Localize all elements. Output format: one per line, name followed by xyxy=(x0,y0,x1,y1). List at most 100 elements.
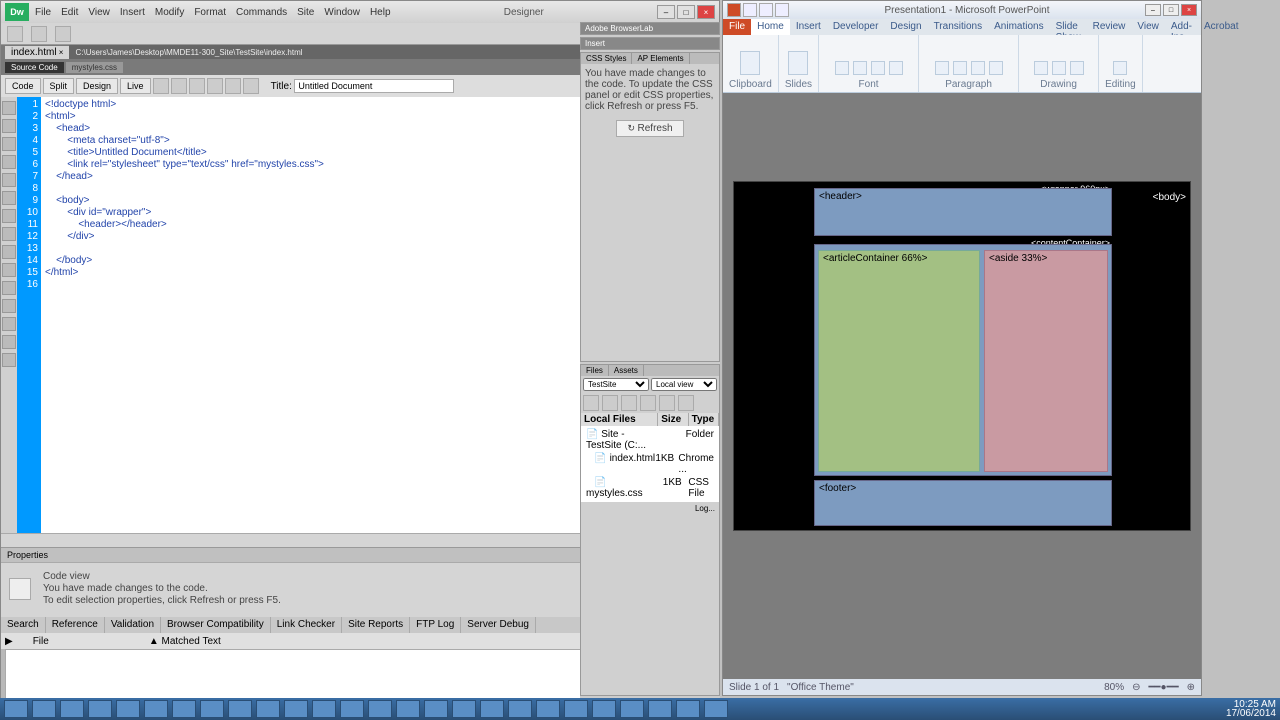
menu-commands[interactable]: Commands xyxy=(236,7,287,18)
tab-reference[interactable]: Reference xyxy=(46,617,105,633)
file-row[interactable]: 📄 mystyles.css1KBCSS File xyxy=(583,476,717,500)
site-select[interactable]: TestSite xyxy=(583,378,649,391)
tab-files[interactable]: Files xyxy=(581,365,609,376)
taskbar-app[interactable] xyxy=(172,700,196,718)
underline-icon[interactable] xyxy=(871,61,885,75)
minimize-button[interactable]: – xyxy=(657,5,675,19)
taskbar-app[interactable] xyxy=(116,700,140,718)
toolbar-icon[interactable] xyxy=(243,78,259,94)
zoom-out-button[interactable]: ⊖ xyxy=(1132,682,1140,693)
tab-source-code[interactable]: Source Code xyxy=(5,62,64,73)
arrange-icon[interactable] xyxy=(1052,61,1066,75)
tool-icon[interactable] xyxy=(2,119,16,133)
toolbar-icon[interactable] xyxy=(171,78,187,94)
ribbon-tab-acrobat[interactable]: Acrobat xyxy=(1198,19,1244,35)
ribbon-tab-review[interactable]: Review xyxy=(1087,19,1132,35)
taskbar-app[interactable] xyxy=(32,700,56,718)
view-code-button[interactable]: Code xyxy=(5,78,41,94)
italic-icon[interactable] xyxy=(853,61,867,75)
menu-help[interactable]: Help xyxy=(370,7,391,18)
tool-icon[interactable] xyxy=(2,173,16,187)
layout-icon[interactable] xyxy=(7,26,23,42)
taskbar-app[interactable] xyxy=(396,700,420,718)
file-row[interactable]: 📄 Site - TestSite (C:...Folder xyxy=(583,428,717,452)
ribbon-tab-slideshow[interactable]: Slide Show xyxy=(1050,19,1087,35)
browserlab-title[interactable]: Adobe BrowserLab xyxy=(581,23,719,34)
bullets-icon[interactable] xyxy=(935,61,949,75)
bold-icon[interactable] xyxy=(835,61,849,75)
tool-icon[interactable] xyxy=(2,353,16,367)
files-tool-icon[interactable] xyxy=(640,395,656,411)
taskbar-app[interactable] xyxy=(424,700,448,718)
taskbar-app[interactable] xyxy=(312,700,336,718)
tool-icon[interactable] xyxy=(2,101,16,115)
new-slide-icon[interactable] xyxy=(788,51,808,75)
taskbar-app[interactable] xyxy=(340,700,364,718)
file-row[interactable]: 📄 index.html1KBChrome ... xyxy=(583,452,717,476)
tab-search[interactable]: Search xyxy=(1,617,46,633)
taskbar-app[interactable] xyxy=(256,700,280,718)
align-icon[interactable] xyxy=(971,61,985,75)
shapes-icon[interactable] xyxy=(1034,61,1048,75)
taskbar-app[interactable] xyxy=(704,700,728,718)
shape-footer[interactable]: <footer> xyxy=(814,480,1112,526)
tab-browser-compat[interactable]: Browser Compatibility xyxy=(161,617,271,633)
extend-icon[interactable] xyxy=(31,26,47,42)
view-select[interactable]: Local view xyxy=(651,378,717,391)
css-refresh-button[interactable]: ↻ Refresh xyxy=(616,120,683,137)
taskbar-app[interactable] xyxy=(452,700,476,718)
shape-header[interactable]: <header> xyxy=(814,188,1112,236)
tool-icon[interactable] xyxy=(2,335,16,349)
shape-article[interactable]: <articleContainer 66%> xyxy=(818,250,980,472)
taskbar-app[interactable] xyxy=(508,700,532,718)
taskbar-app[interactable] xyxy=(592,700,616,718)
toolbar-icon[interactable] xyxy=(225,78,241,94)
taskbar-app[interactable] xyxy=(676,700,700,718)
taskbar-app[interactable] xyxy=(620,700,644,718)
tool-icon[interactable] xyxy=(2,209,16,223)
menu-site[interactable]: Site xyxy=(297,7,314,18)
ribbon-tab-developer[interactable]: Developer xyxy=(827,19,885,35)
qat-undo-icon[interactable] xyxy=(759,3,773,17)
files-log[interactable]: Log... xyxy=(581,502,719,515)
paste-icon[interactable] xyxy=(740,51,760,75)
taskbar-app[interactable] xyxy=(284,700,308,718)
tab-assets[interactable]: Assets xyxy=(609,365,644,376)
tool-icon[interactable] xyxy=(2,299,16,313)
qat-redo-icon[interactable] xyxy=(775,3,789,17)
taskbar-app[interactable] xyxy=(536,700,560,718)
ribbon-tab-addins[interactable]: Add-Ins xyxy=(1165,19,1198,35)
slide-canvas-area[interactable]: <body> <wrapper 960px> <header> <content… xyxy=(723,93,1201,679)
doc-tab-index[interactable]: index.html × xyxy=(5,46,69,59)
view-split-button[interactable]: Split xyxy=(43,78,75,94)
view-design-button[interactable]: Design xyxy=(76,78,118,94)
taskbar-app[interactable] xyxy=(88,700,112,718)
zoom-in-button[interactable]: ⊕ xyxy=(1187,682,1195,693)
tool-icon[interactable] xyxy=(2,245,16,259)
tool-icon[interactable] xyxy=(2,227,16,241)
taskbar-app[interactable] xyxy=(480,700,504,718)
tab-ftp-log[interactable]: FTP Log xyxy=(410,617,461,633)
menu-edit[interactable]: Edit xyxy=(61,7,78,18)
start-button[interactable] xyxy=(4,700,28,718)
taskbar-app[interactable] xyxy=(60,700,84,718)
zoom-slider[interactable]: ━━●━━ xyxy=(1148,682,1178,693)
tool-icon[interactable] xyxy=(2,263,16,277)
pp-minimize-button[interactable]: – xyxy=(1145,4,1161,16)
tab-css-styles[interactable]: CSS Styles xyxy=(581,53,632,64)
tab-server-debug[interactable]: Server Debug xyxy=(461,617,536,633)
zoom-level[interactable]: 80% xyxy=(1104,682,1124,693)
menu-modify[interactable]: Modify xyxy=(155,7,184,18)
view-live-button[interactable]: Live xyxy=(120,78,151,94)
taskbar-app[interactable] xyxy=(144,700,168,718)
close-button[interactable]: × xyxy=(697,5,715,19)
slide[interactable]: <body> <wrapper 960px> <header> <content… xyxy=(733,181,1191,531)
ribbon-tab-file[interactable]: File xyxy=(723,19,751,35)
ribbon-tab-home[interactable]: Home xyxy=(751,19,790,35)
quickstyles-icon[interactable] xyxy=(1070,61,1084,75)
files-tree[interactable]: 📄 Site - TestSite (C:...Folder 📄 index.h… xyxy=(581,426,719,502)
files-tool-icon[interactable] xyxy=(678,395,694,411)
align-icon[interactable] xyxy=(953,61,967,75)
site-icon[interactable] xyxy=(55,26,71,42)
taskbar-app[interactable] xyxy=(368,700,392,718)
